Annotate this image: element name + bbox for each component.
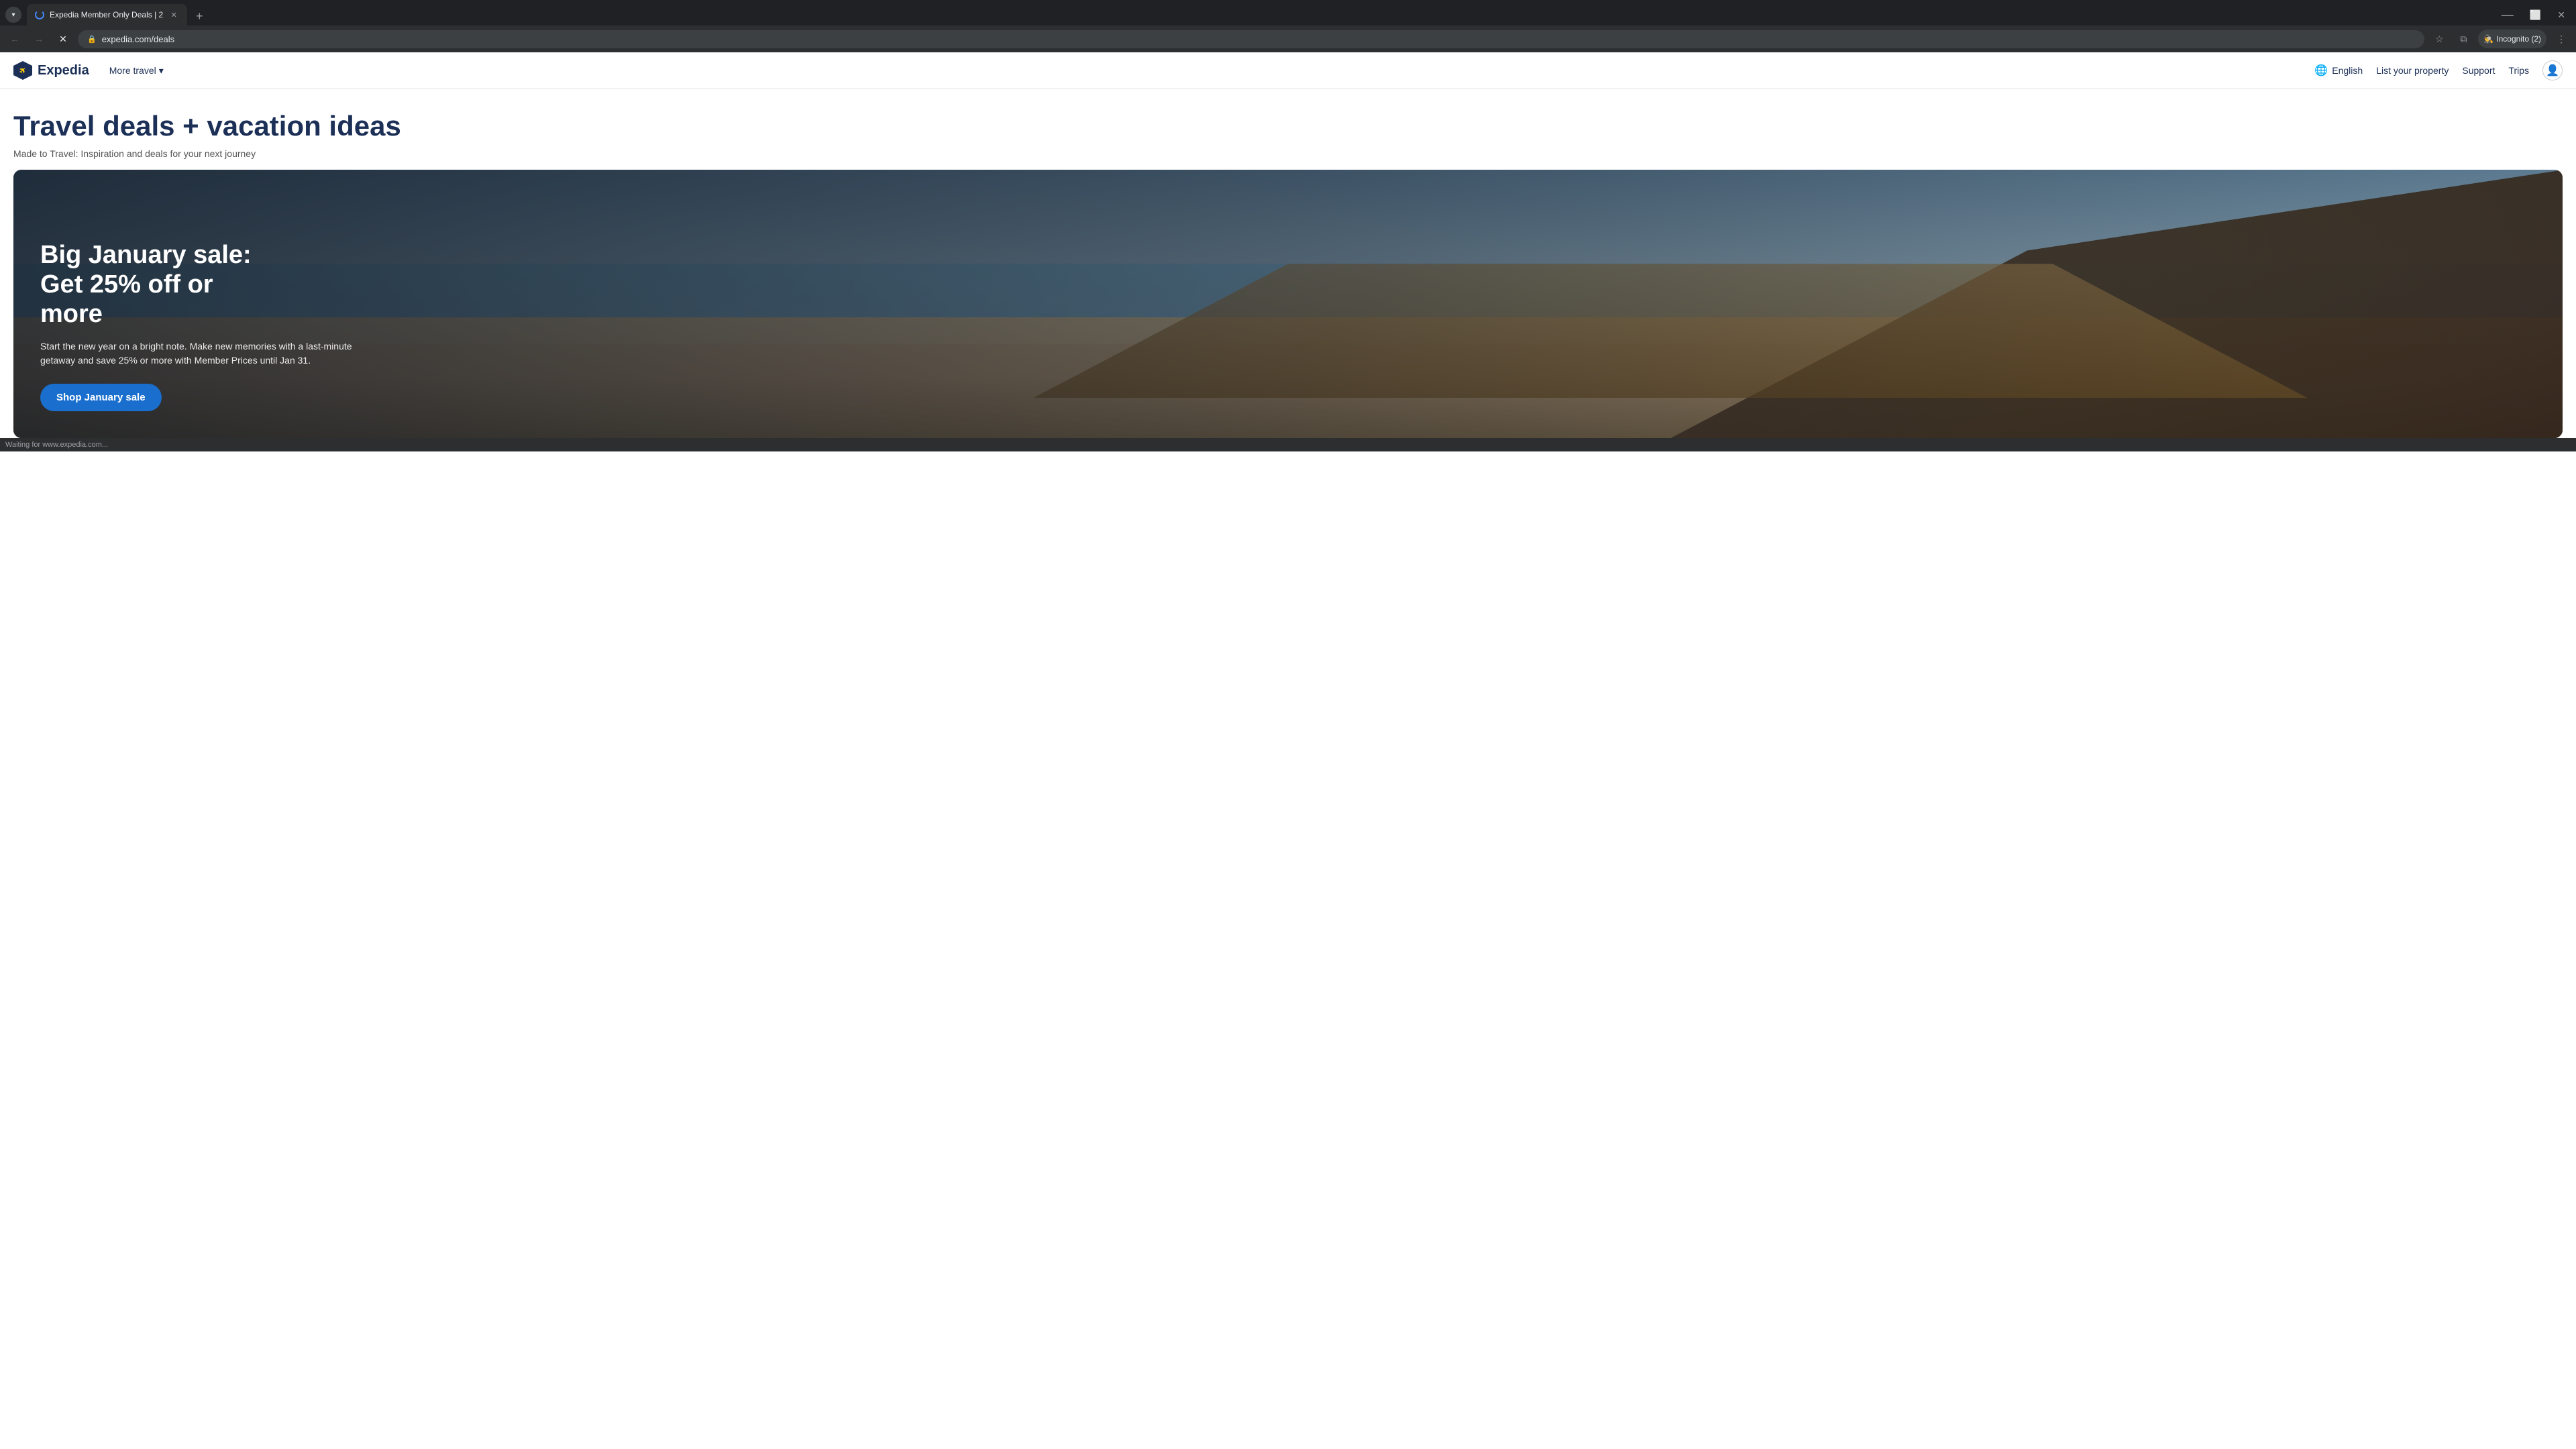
nav-right-links: 🌐 English List your property Support Tri… xyxy=(2314,60,2563,80)
banner-body: Start the new year on a bright note. Mak… xyxy=(40,339,362,368)
tab-close-button[interactable]: ✕ xyxy=(168,9,179,20)
shop-january-sale-button[interactable]: Shop January sale xyxy=(40,384,162,411)
page-hero-text: Travel deals + vacation ideas Made to Tr… xyxy=(0,89,2576,170)
dropdown-icon: ▾ xyxy=(159,65,164,76)
globe-icon: 🌐 xyxy=(2314,64,2328,77)
tab-favicon xyxy=(35,10,44,19)
url-text: expedia.com/deals xyxy=(102,34,2416,44)
support-link[interactable]: Support xyxy=(2462,65,2495,76)
page-subtitle: Made to Travel: Inspiration and deals fo… xyxy=(13,148,2563,159)
more-travel-button[interactable]: More travel ▾ xyxy=(103,61,170,80)
banner-overlay xyxy=(13,170,2563,438)
split-view-button[interactable]: ⧉ xyxy=(2454,30,2473,48)
more-options-button[interactable]: ⋮ xyxy=(2552,30,2571,48)
address-bar-row: ← → ✕ 🔒 expedia.com/deals ☆ ⧉ 🕵 Incognit… xyxy=(0,25,2576,52)
browser-chrome: ▾ Expedia Member Only Deals | 2 ✕ + — ⬜ … xyxy=(0,0,2576,52)
restore-button[interactable]: ⬜ xyxy=(2530,9,2541,21)
lock-icon: 🔒 xyxy=(87,35,97,44)
user-account-button[interactable]: 👤 xyxy=(2542,60,2563,80)
tab-title: Expedia Member Only Deals | 2 xyxy=(50,10,163,19)
trips-label: Trips xyxy=(2508,65,2529,76)
page-title: Travel deals + vacation ideas xyxy=(13,109,2563,143)
more-travel-label: More travel xyxy=(109,65,156,76)
active-tab[interactable]: Expedia Member Only Deals | 2 ✕ xyxy=(27,4,187,25)
list-property-label: List your property xyxy=(2376,65,2449,76)
close-window-button[interactable]: ✕ xyxy=(2557,9,2565,21)
banner-content: Big January sale:Get 25% off ormore Star… xyxy=(40,241,362,411)
trips-link[interactable]: Trips xyxy=(2508,65,2529,76)
expedia-logo-text: Expedia xyxy=(38,63,89,78)
user-avatar-icon: 👤 xyxy=(2546,64,2559,77)
title-bar: ▾ Expedia Member Only Deals | 2 ✕ + — ⬜ … xyxy=(0,0,2576,25)
website-content: ✈ Expedia More travel ▾ 🌐 English List y… xyxy=(0,52,2576,438)
language-label: English xyxy=(2332,65,2363,76)
banner-heading: Big January sale:Get 25% off ormore xyxy=(40,241,362,329)
reload-button[interactable]: ✕ xyxy=(54,30,72,48)
minimize-button[interactable]: — xyxy=(2502,8,2514,22)
incognito-icon: 🕵 xyxy=(2483,34,2493,44)
address-field[interactable]: 🔒 expedia.com/deals xyxy=(78,30,2424,48)
back-button[interactable]: ← xyxy=(5,30,24,48)
list-property-link[interactable]: List your property xyxy=(2376,65,2449,76)
expedia-logo-icon: ✈ xyxy=(13,61,32,80)
tab-menu-button[interactable]: ▾ xyxy=(5,7,21,23)
language-selector[interactable]: 🌐 English xyxy=(2314,64,2363,77)
forward-button[interactable]: → xyxy=(30,30,48,48)
site-navigation: ✈ Expedia More travel ▾ 🌐 English List y… xyxy=(0,52,2576,89)
logo-area[interactable]: ✈ Expedia xyxy=(13,61,89,80)
status-text: Waiting for www.expedia.com... xyxy=(5,441,108,449)
bookmark-button[interactable]: ☆ xyxy=(2430,30,2449,48)
tab-strip: Expedia Member Only Deals | 2 ✕ + xyxy=(27,4,2499,25)
incognito-indicator[interactable]: 🕵 Incognito (2) xyxy=(2478,30,2546,48)
new-tab-button[interactable]: + xyxy=(190,7,209,25)
incognito-label: Incognito (2) xyxy=(2496,34,2541,44)
window-controls: — ⬜ ✕ xyxy=(2502,8,2565,22)
support-label: Support xyxy=(2462,65,2495,76)
status-bar: Waiting for www.expedia.com... xyxy=(0,438,2576,451)
promo-banner: Big January sale:Get 25% off ormore Star… xyxy=(13,170,2563,438)
